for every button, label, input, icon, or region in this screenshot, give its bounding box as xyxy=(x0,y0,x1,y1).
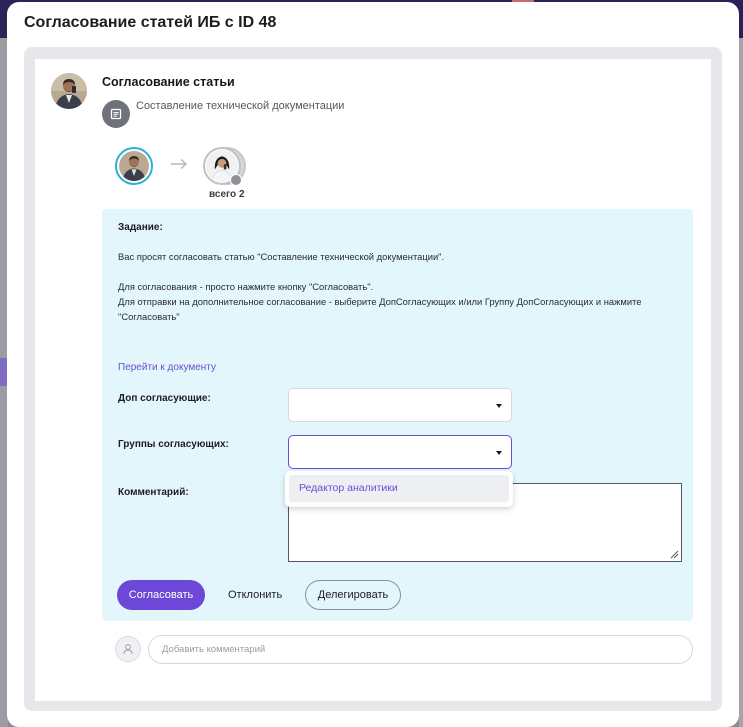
approval-modal: Согласование статей ИБ с ID 48 Согласова… xyxy=(7,2,739,727)
chevron-down-icon xyxy=(496,404,502,408)
approver-groups-dropdown: Редактор аналитики xyxy=(285,471,513,507)
document-name: Составление технической документации xyxy=(136,100,345,112)
go-to-document-link[interactable]: Перейти к документу xyxy=(118,362,216,373)
user-icon xyxy=(123,644,133,655)
task-heading: Задание: xyxy=(118,222,163,233)
document-icon xyxy=(102,100,130,128)
extra-approvers-label: Доп согласующие: xyxy=(118,393,211,404)
modal-body: Согласование статьи Составление техничес… xyxy=(24,47,722,711)
approve-button[interactable]: Согласовать xyxy=(117,580,205,610)
approver-groups-select[interactable] xyxy=(288,435,512,469)
route-step-approvers[interactable] xyxy=(201,145,251,187)
person-photo-icon xyxy=(51,73,87,109)
chevron-down-icon xyxy=(496,451,502,455)
person-photo-icon xyxy=(119,151,149,181)
dropdown-option[interactable]: Редактор аналитики xyxy=(289,475,509,502)
task-description: Вас просят согласовать статью "Составлен… xyxy=(118,249,641,324)
delegate-button[interactable]: Делегировать xyxy=(305,580,401,610)
task-line: Для согласования - просто нажмите кнопку… xyxy=(118,281,374,292)
more-approvers-badge-icon xyxy=(230,174,242,186)
task-line: Для отправки на дополнительное согласова… xyxy=(118,296,642,307)
approver-groups-label: Группы согласующих: xyxy=(118,439,229,450)
route-total-count: всего 2 xyxy=(209,189,245,200)
comment-label: Комментарий: xyxy=(118,487,189,498)
author-avatar xyxy=(51,73,87,109)
add-comment-input[interactable]: Добавить комментарий xyxy=(148,635,693,664)
resize-handle-icon[interactable] xyxy=(669,549,679,559)
current-user-avatar xyxy=(115,636,141,662)
background-right-edge xyxy=(739,38,743,727)
route-step-author[interactable] xyxy=(115,147,153,185)
article-card: Согласование статьи Составление техничес… xyxy=(35,59,711,701)
reject-button[interactable]: Отклонить xyxy=(228,580,282,610)
task-line: Вас просят согласовать статью "Составлен… xyxy=(118,251,445,262)
task-panel: Задание: Вас просят согласовать статью "… xyxy=(102,209,693,621)
arrow-right-icon xyxy=(171,158,188,170)
extra-approvers-select[interactable] xyxy=(288,388,512,422)
task-line: "Согласовать" xyxy=(118,311,180,322)
modal-title: Согласование статей ИБ с ID 48 xyxy=(24,14,277,31)
article-heading: Согласование статьи xyxy=(102,75,235,89)
